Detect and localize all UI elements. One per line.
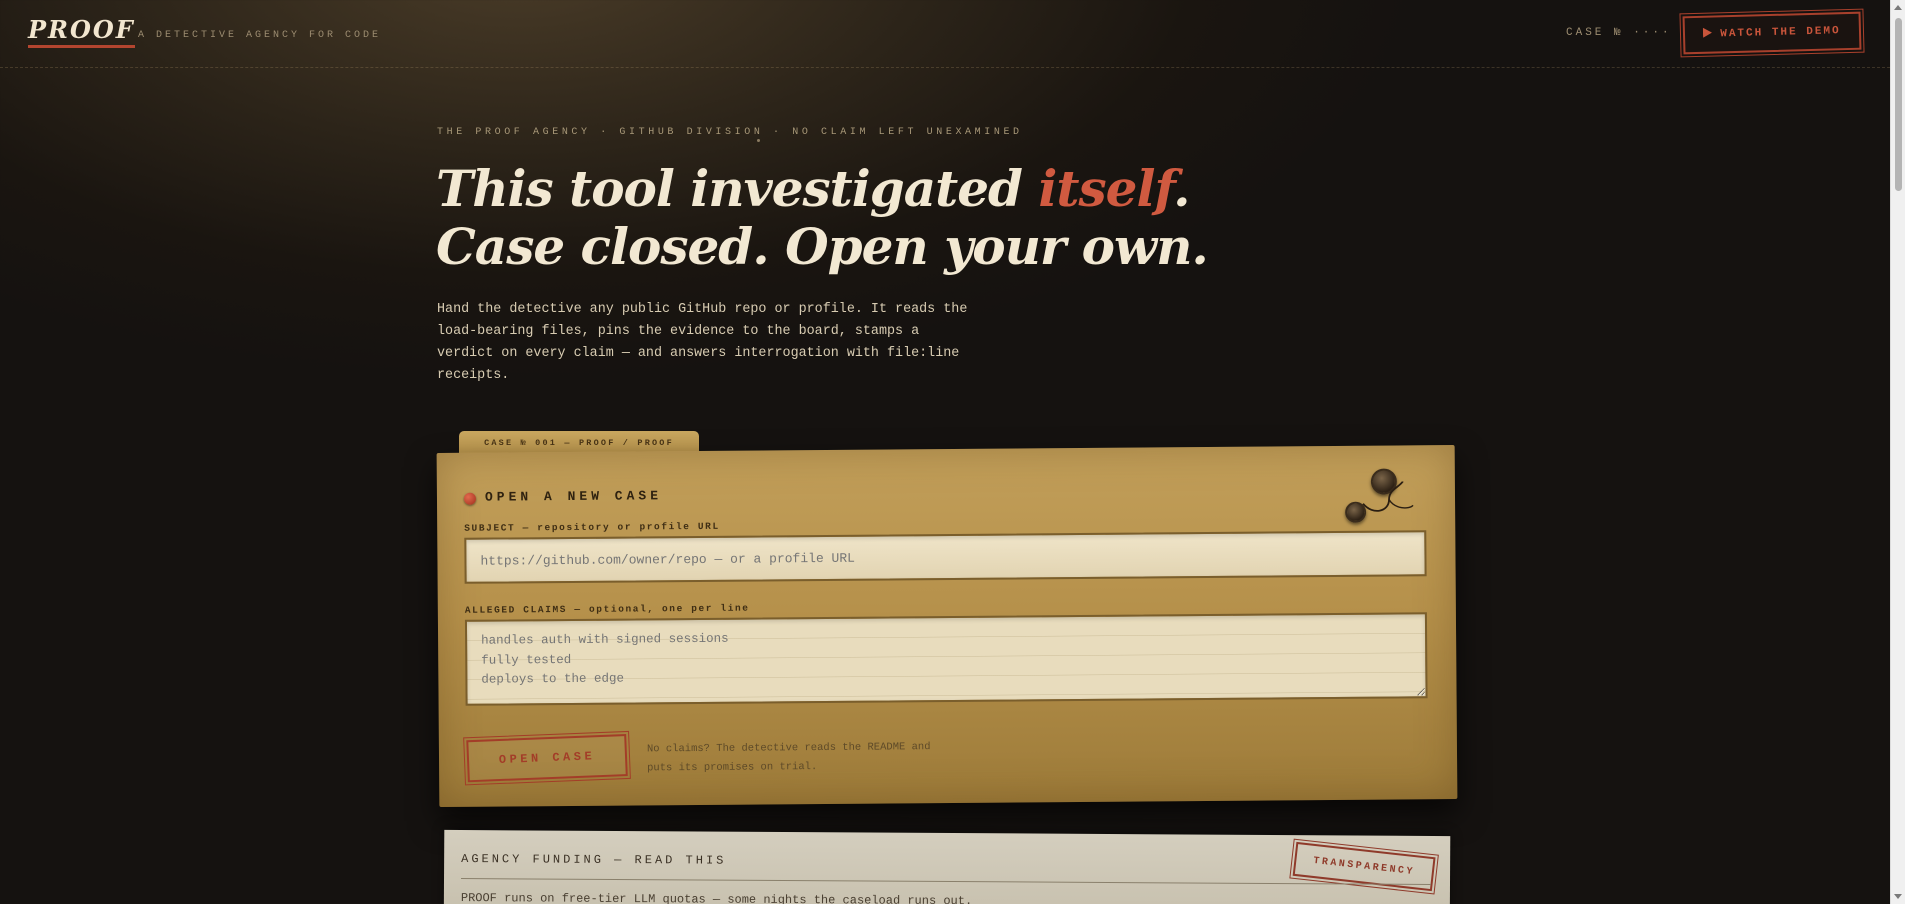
memo-title: AGENCY FUNDING — READ THIS [461,852,727,868]
no-claims-hint: No claims? The detective reads the READM… [646,741,931,775]
hero-headline: This tool investigated itself. Case clos… [436,159,1209,276]
subject-label: SUBJECT — repository or profile URL [464,520,720,534]
headline-accent: itself [1038,159,1174,218]
clasp-string-icon [1362,481,1414,512]
page-scrollbar[interactable] [1890,0,1905,904]
open-case-button[interactable]: OPEN CASE [463,730,631,786]
agency-funding-memo: AGENCY FUNDING — READ THIS TRANSPARENCY … [443,829,1451,904]
case-number-label: CASE № ···· [1566,27,1672,39]
case-folder-form: OPEN A NEW CASE SUBJECT — repository or … [436,445,1458,807]
claims-textarea[interactable] [464,612,1428,706]
scroll-down-arrow-icon[interactable] [1894,894,1902,899]
play-icon [1703,27,1713,42]
hero-kicker: THE PROOF AGENCY · GITHUB DIVISION · NO … [437,127,1023,138]
memo-divider [461,878,1432,885]
subject-url-input[interactable] [464,530,1427,584]
hero-lede: Hand the detective any public GitHub rep… [437,302,968,383]
red-pin-icon [463,492,477,505]
headline-part2: . [1173,159,1190,218]
kicker-dot [757,139,760,142]
memo-body: PROOF runs on free-tier LLM quotas — som… [460,891,973,904]
headline-line2: Case closed. Open your own. [436,217,1209,276]
claims-label: ALLEGED CLAIMS — optional, one per line [464,602,750,616]
watch-demo-button[interactable]: WATCH THE DEMO [1679,8,1865,58]
scroll-up-arrow-icon[interactable] [1894,5,1902,10]
watch-demo-label: WATCH THE DEMO [1720,25,1841,41]
tagline: A DETECTIVE AGENCY FOR CODE [138,30,382,41]
scrollbar-thumb[interactable] [1895,18,1902,191]
top-bar: PROOF A DETECTIVE AGENCY FOR CODE CASE №… [0,0,1890,68]
case-form-title: OPEN A NEW CASE [484,488,663,505]
headline-part1: This tool investigated [436,159,1039,218]
logo[interactable]: PROOF [28,16,135,48]
